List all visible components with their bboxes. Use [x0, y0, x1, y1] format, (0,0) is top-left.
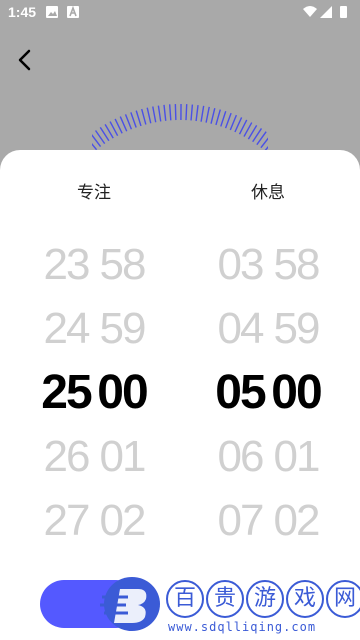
signal-icon — [320, 6, 332, 18]
picker-row-selected[interactable]: 05 00 — [178, 361, 358, 425]
watermark-url: www.sdqlliqing.com — [168, 620, 317, 634]
picker-row[interactable]: 04 59 — [178, 297, 358, 361]
picker-row-selected[interactable]: 25 00 — [4, 361, 184, 425]
focus-title: 专注 — [77, 183, 111, 202]
watermark-char: 百 — [166, 580, 204, 618]
timer-ring — [92, 103, 268, 152]
picker-row[interactable]: 27 02 — [4, 489, 184, 553]
picker-row[interactable]: 23 58 — [4, 233, 184, 297]
watermark-char: 网 — [326, 580, 360, 618]
picker-row[interactable]: 24 59 — [4, 297, 184, 361]
rest-time-picker[interactable]: 0257 0358 0459 0500 0601 0702 — [178, 205, 358, 595]
picker-row[interactable]: 26 01 — [4, 425, 184, 489]
wifi-icon — [303, 6, 317, 17]
picker-row[interactable]: 03 58 — [178, 233, 358, 297]
picker-row[interactable]: 2257 — [4, 205, 184, 219]
watermark-logo — [100, 577, 160, 631]
picker-row[interactable]: 06 01 — [178, 425, 358, 489]
image-notification-icon — [46, 6, 58, 18]
status-bar: 1:45 — [0, 0, 360, 24]
watermark-char: 戏 — [286, 580, 324, 618]
focus-time-picker[interactable]: 2257 2358 2459 2500 2601 2702 — [4, 205, 184, 595]
font-notification-icon — [67, 5, 79, 18]
status-time: 1:45 — [8, 4, 37, 20]
watermark-char: 贵 — [206, 580, 244, 618]
picker-row[interactable]: 0257 — [178, 205, 358, 219]
picker-row[interactable]: 07 02 — [178, 489, 358, 553]
back-button[interactable] — [12, 46, 40, 74]
watermark-char: 游 — [246, 580, 284, 618]
battery-icon — [340, 6, 347, 18]
status-icons — [302, 5, 352, 22]
time-picker-sheet: 专注 休息 2257 2358 2459 2500 2601 2702 0257… — [0, 150, 360, 640]
watermark-title: 百 贵 游 戏 网 — [166, 580, 360, 618]
rest-title: 休息 — [251, 183, 285, 202]
chevron-left-icon — [18, 49, 31, 71]
